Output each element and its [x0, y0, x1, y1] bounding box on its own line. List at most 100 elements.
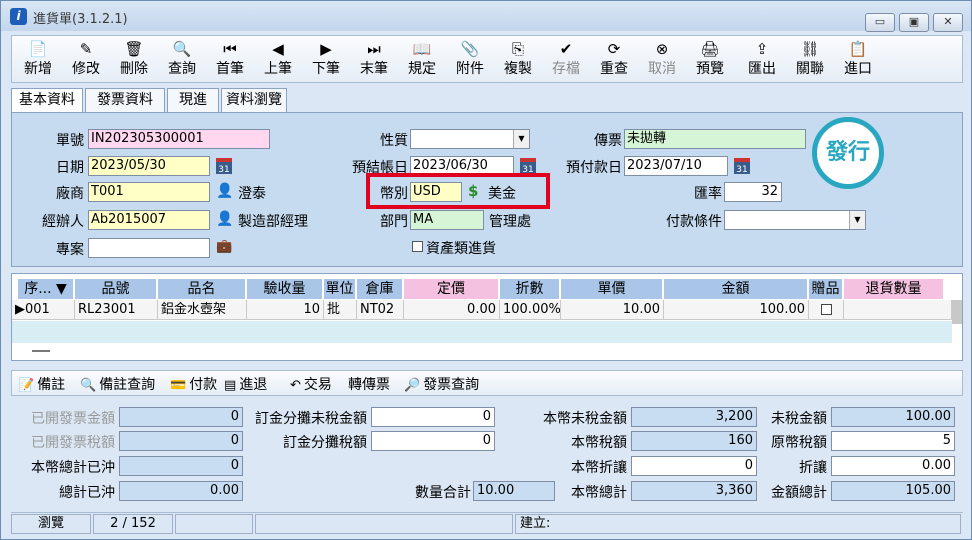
col-header-gift[interactable]: 贈品	[809, 279, 843, 299]
col-header-name[interactable]: 品名	[158, 279, 246, 299]
vertical-scrollbar[interactable]	[952, 300, 962, 324]
col-header-amount[interactable]: 金額	[664, 279, 808, 299]
col-header-list-price[interactable]: 定價	[404, 279, 499, 299]
cell-list-price[interactable]: 0.00	[404, 300, 500, 320]
opened-inv-tax-field[interactable]: 0	[119, 431, 243, 451]
toolbar-button-6[interactable]: ▶ 下筆	[302, 38, 350, 82]
col-header-discount[interactable]: 折數	[500, 279, 560, 299]
chevron-down-icon[interactable]: ▼	[513, 130, 529, 148]
col-header-unit[interactable]: 單位	[324, 279, 356, 299]
tab-basic-info[interactable]: 基本資料	[11, 88, 83, 114]
dept-field[interactable]: MA	[410, 210, 484, 230]
toolbar-button-2[interactable]: 🗑 刪除	[110, 38, 158, 82]
toolbar-button-3[interactable]: 🔍 查詢	[158, 38, 206, 82]
doc-no-field[interactable]: IN202305300001	[88, 129, 270, 149]
toolbar-button-7[interactable]: ⏭ 末筆	[350, 38, 398, 82]
deposit-untaxed-field[interactable]: 0	[371, 407, 495, 427]
toolbar-button-8[interactable]: 📖 規定	[398, 38, 446, 82]
action-button-4[interactable]: ↶ 交易	[290, 374, 332, 394]
rate-field[interactable]: 32	[724, 182, 782, 202]
status-cell-empty	[175, 514, 253, 534]
nature-select[interactable]: ▼	[410, 129, 530, 149]
amount-total-field[interactable]: 105.00	[831, 481, 955, 501]
title-bar[interactable]: i 進貨單(3.1.2.1) ▭ ▣ ✕	[1, 1, 971, 32]
status-mode: 瀏覽	[11, 514, 91, 534]
action-button-0[interactable]: 📝 備註	[18, 374, 65, 394]
date-field[interactable]: 2023/05/30	[88, 156, 210, 176]
opened-inv-amt-label: 已開發票金額	[31, 411, 115, 427]
cell-qty[interactable]: 10	[247, 300, 324, 320]
tab-cash-purchase[interactable]: 現進	[167, 88, 219, 112]
toolbar-button-5[interactable]: ◀ 上筆	[254, 38, 302, 82]
total-offset-field[interactable]: 0.00	[119, 481, 243, 501]
col-header-seq[interactable]: 序... ▼	[18, 279, 74, 299]
cell-unit-price[interactable]: 10.00	[561, 300, 664, 320]
toolbar-button-9[interactable]: 📎 附件	[446, 38, 494, 82]
action-button-6[interactable]: 🔎 發票查詢	[404, 374, 479, 394]
calendar-icon[interactable]: 31	[734, 158, 750, 175]
handler-field[interactable]: Ab2015007	[88, 210, 210, 230]
handler-lookup-icon[interactable]: 👤	[216, 211, 233, 227]
local-discount-field[interactable]: 0	[631, 456, 757, 476]
cell-gift[interactable]	[809, 300, 844, 320]
project-field[interactable]	[88, 238, 210, 258]
action-button-3[interactable]: ▤ 進退	[224, 374, 267, 394]
opened-inv-amt-field[interactable]: 0	[119, 407, 243, 427]
col-header-return-qty[interactable]: 退貨數量	[844, 279, 944, 299]
cell-amount[interactable]: 100.00	[664, 300, 809, 320]
table-row[interactable]: ▶001	[12, 300, 75, 320]
cell-part[interactable]: RL23001	[75, 300, 158, 320]
toolbar-button-10[interactable]: ⎘ 複製	[494, 38, 542, 82]
table-row[interactable]	[12, 321, 952, 343]
toolbar-button-12[interactable]: ⟳ 重查	[590, 38, 638, 82]
cell-name[interactable]: 鋁金水壺架	[158, 300, 247, 320]
prepay-field[interactable]: 2023/07/10	[624, 156, 728, 176]
cell-unit[interactable]: 批	[324, 300, 357, 320]
cell-return-qty[interactable]	[844, 300, 952, 320]
calendar-icon[interactable]: 31	[216, 158, 232, 175]
project-lookup-icon[interactable]: 💼	[216, 239, 232, 254]
local-total-label: 本幣總計	[571, 485, 627, 501]
col-header-qty[interactable]: 驗收量	[247, 279, 323, 299]
voucher-field[interactable]: 未拋轉	[624, 129, 806, 149]
toolbar-button-4[interactable]: ⏮ 首筆	[206, 38, 254, 82]
tab-data-browse[interactable]: 資料瀏覽	[221, 88, 287, 112]
asset-checkbox[interactable]	[412, 241, 423, 252]
col-header-part[interactable]: 品號	[75, 279, 157, 299]
vendor-lookup-icon[interactable]: 👤	[216, 183, 233, 199]
status-created: 建立:	[515, 514, 961, 534]
cell-warehouse[interactable]: NT02	[357, 300, 404, 320]
vendor-field[interactable]: T001	[88, 182, 210, 202]
toolbar-button-label: 刪除	[120, 61, 148, 77]
restore-button[interactable]: ▣	[899, 13, 929, 32]
grid-scroll-handle[interactable]	[32, 350, 50, 352]
toolbar-button-15[interactable]: ⇪ 匯出	[738, 38, 786, 82]
orig-tax-field[interactable]: 5	[831, 431, 955, 451]
cell-discount[interactable]: 100.00%	[500, 300, 561, 320]
deposit-tax-field[interactable]: 0	[371, 431, 495, 451]
action-button-5[interactable]: 轉傳票	[348, 374, 390, 394]
discount-field[interactable]: 0.00	[831, 456, 955, 476]
untaxed-field[interactable]: 100.00	[831, 407, 955, 427]
local-untaxed-field[interactable]: 3,200	[631, 407, 757, 427]
nature-label: 性質	[380, 133, 408, 149]
toolbar-button-16[interactable]: ⛓ 關聯	[786, 38, 834, 82]
amount-total-label: 金額總計	[771, 485, 827, 501]
close-button[interactable]: ✕	[933, 13, 963, 32]
toolbar-button-0[interactable]: 📄 新增	[14, 38, 62, 82]
toolbar-button-17[interactable]: 📋 進口	[834, 38, 882, 82]
chevron-down-icon[interactable]: ▼	[849, 211, 865, 229]
tab-invoice-info[interactable]: 發票資料	[85, 88, 165, 112]
payterm-select[interactable]: ▼	[724, 210, 866, 230]
action-button-2[interactable]: 💳 付款	[170, 374, 217, 394]
local-total-offset-field[interactable]: 0	[119, 456, 243, 476]
minimize-button[interactable]: ▭	[865, 13, 895, 32]
col-header-unit-price[interactable]: 單價	[561, 279, 663, 299]
col-header-warehouse[interactable]: 倉庫	[357, 279, 403, 299]
local-total-field[interactable]: 3,360	[631, 481, 757, 501]
toolbar-button-14[interactable]: 🖨 預覽	[686, 38, 734, 82]
local-tax-field[interactable]: 160	[631, 431, 757, 451]
gift-checkbox[interactable]	[820, 304, 832, 315]
toolbar-button-1[interactable]: ✎ 修改	[62, 38, 110, 82]
action-button-1[interactable]: 🔍 備註查詢	[80, 374, 155, 394]
